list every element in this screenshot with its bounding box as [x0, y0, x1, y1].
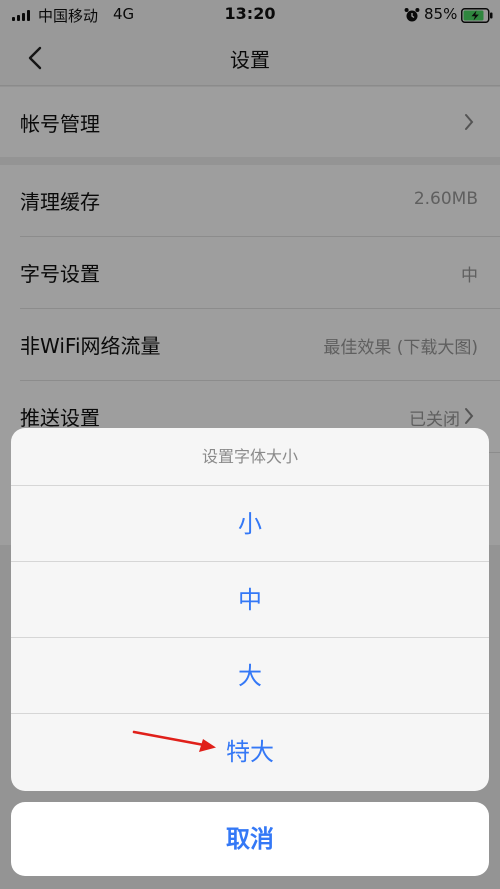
annotation-arrow-icon — [132, 730, 216, 752]
font-size-option-large[interactable]: 大 — [11, 638, 489, 714]
action-sheet-title: 设置字体大小 — [11, 428, 489, 486]
font-size-action-sheet: 设置字体大小 小 中 大 特大 — [11, 428, 489, 791]
font-size-option-extra-large[interactable]: 特大 — [11, 714, 489, 789]
font-size-option-small[interactable]: 小 — [11, 486, 489, 562]
cancel-button[interactable]: 取消 — [11, 802, 489, 876]
font-size-option-medium[interactable]: 中 — [11, 562, 489, 638]
